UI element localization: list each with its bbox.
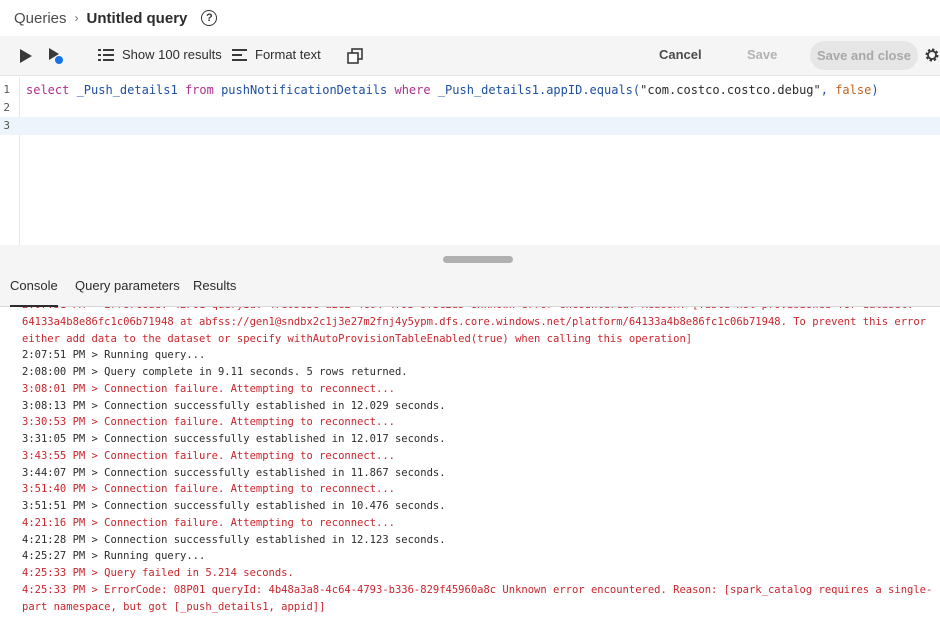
console-error-line: 3:30:53 PM > Connection failure. Attempt… — [22, 416, 395, 429]
editor-line[interactable]: 2 — [0, 99, 940, 117]
console-error-line: 3:08:01 PM > Connection failure. Attempt… — [22, 382, 395, 395]
console-info-line: 2:08:00 PM > Query complete in 9.11 seco… — [22, 366, 408, 378]
console-output: 2:07:51 PM > ErrorCode: 42P01 queryId: 4… — [0, 307, 940, 623]
line-number: 1 — [3, 83, 10, 96]
settings-button[interactable] — [924, 47, 940, 68]
show-results-label: Show 100 results — [122, 47, 222, 62]
run-selected-button[interactable] — [46, 46, 66, 66]
tab-query-parameters[interactable]: Query parameters — [75, 278, 180, 293]
code-token: from — [184, 83, 214, 97]
console-error-line: 4:21:16 PM > Connection failure. Attempt… — [22, 516, 395, 529]
console-error-line: 64133a4b8e86fc1c06b71948 at abfss://gen1… — [22, 315, 926, 328]
query-toolbar: Show 100 results Format text Cancel Save… — [0, 36, 940, 76]
gear-icon — [925, 48, 939, 62]
code-token: where — [394, 83, 431, 97]
console-error-line: part namespace, but got [_push_details1,… — [22, 600, 326, 613]
panel-divider — [0, 245, 940, 265]
code-token: select — [26, 83, 70, 97]
format-text-label: Format text — [255, 47, 321, 62]
breadcrumb: Queries › Untitled query ? — [0, 0, 940, 36]
list-icon — [98, 48, 114, 61]
console-info-line: 3:44:07 PM > Connection successfully est… — [22, 466, 446, 479]
run-query-button[interactable] — [16, 46, 36, 66]
code-token: false — [835, 83, 872, 97]
console-info-line: 3:31:05 PM > Connection successfully est… — [22, 433, 446, 445]
console-info-line: 3:08:13 PM > Connection successfully est… — [22, 399, 446, 412]
help-icon[interactable]: ? — [201, 10, 218, 26]
copy-icon — [347, 48, 363, 64]
breadcrumb-separator: › — [74, 11, 79, 25]
page-title: Untitled query — [86, 9, 188, 27]
code-token: , — [820, 83, 836, 97]
line-number: 3 — [3, 119, 10, 132]
console-error-line: 4:25:33 PM > Query failed in 5.214 secon… — [22, 567, 294, 579]
editor-line[interactable]: 1 select _Push_details1 from pushNotifica… — [0, 81, 940, 99]
play-icon — [20, 49, 32, 63]
tab-results[interactable]: Results — [193, 278, 236, 293]
code-token: _Push_details1 — [69, 83, 185, 97]
code-token: pushNotificationDetails — [213, 83, 395, 97]
save-button[interactable]: Save — [747, 47, 777, 62]
console-info-line: 4:21:28 PM > Connection successfully est… — [22, 533, 446, 546]
tab-console[interactable]: Console — [10, 278, 58, 307]
copy-button[interactable] — [345, 46, 365, 66]
console-info-line: 4:25:27 PM > Running query... — [22, 550, 206, 563]
code-token: _Push_details1.appID.equals( — [430, 83, 641, 97]
console-info-line: 3:51:51 PM > Connection successfully est… — [22, 500, 446, 512]
console-error-line: either add data to the dataset or specif… — [22, 332, 693, 345]
cancel-button[interactable]: Cancel — [659, 47, 702, 62]
editor-line[interactable]: 3 — [0, 117, 940, 135]
console-error-line: 3:43:55 PM > Connection failure. Attempt… — [22, 449, 395, 462]
line-number: 2 — [3, 101, 10, 114]
editor-line-code: select _Push_details1 from pushNotificat… — [26, 81, 879, 99]
code-token: ) — [871, 83, 879, 97]
format-text-icon — [232, 48, 247, 61]
resize-handle[interactable] — [443, 256, 513, 263]
console-error-line: 3:51:40 PM > Connection failure. Attempt… — [22, 483, 395, 496]
play-selected-icon — [49, 48, 63, 64]
code-token: "com.costco.costco.debug" — [640, 83, 821, 97]
console-info-line: 2:07:51 PM > Running query... — [22, 349, 206, 362]
breadcrumb-queries-link[interactable]: Queries — [14, 10, 67, 27]
console-error-line: 4:25:33 PM > ErrorCode: 08P01 queryId: 4… — [22, 583, 933, 596]
format-text-button[interactable]: Format text — [232, 47, 321, 62]
console-error-line: 2:07:51 PM > ErrorCode: 42P01 queryId: 4… — [22, 307, 922, 314]
show-results-button[interactable]: Show 100 results — [98, 47, 222, 62]
bottom-panel-tabs: Console Query parameters Results — [0, 265, 940, 307]
save-and-close-button[interactable]: Save and close — [810, 41, 918, 70]
sql-editor[interactable]: 1 select _Push_details1 from pushNotifica… — [0, 77, 940, 245]
